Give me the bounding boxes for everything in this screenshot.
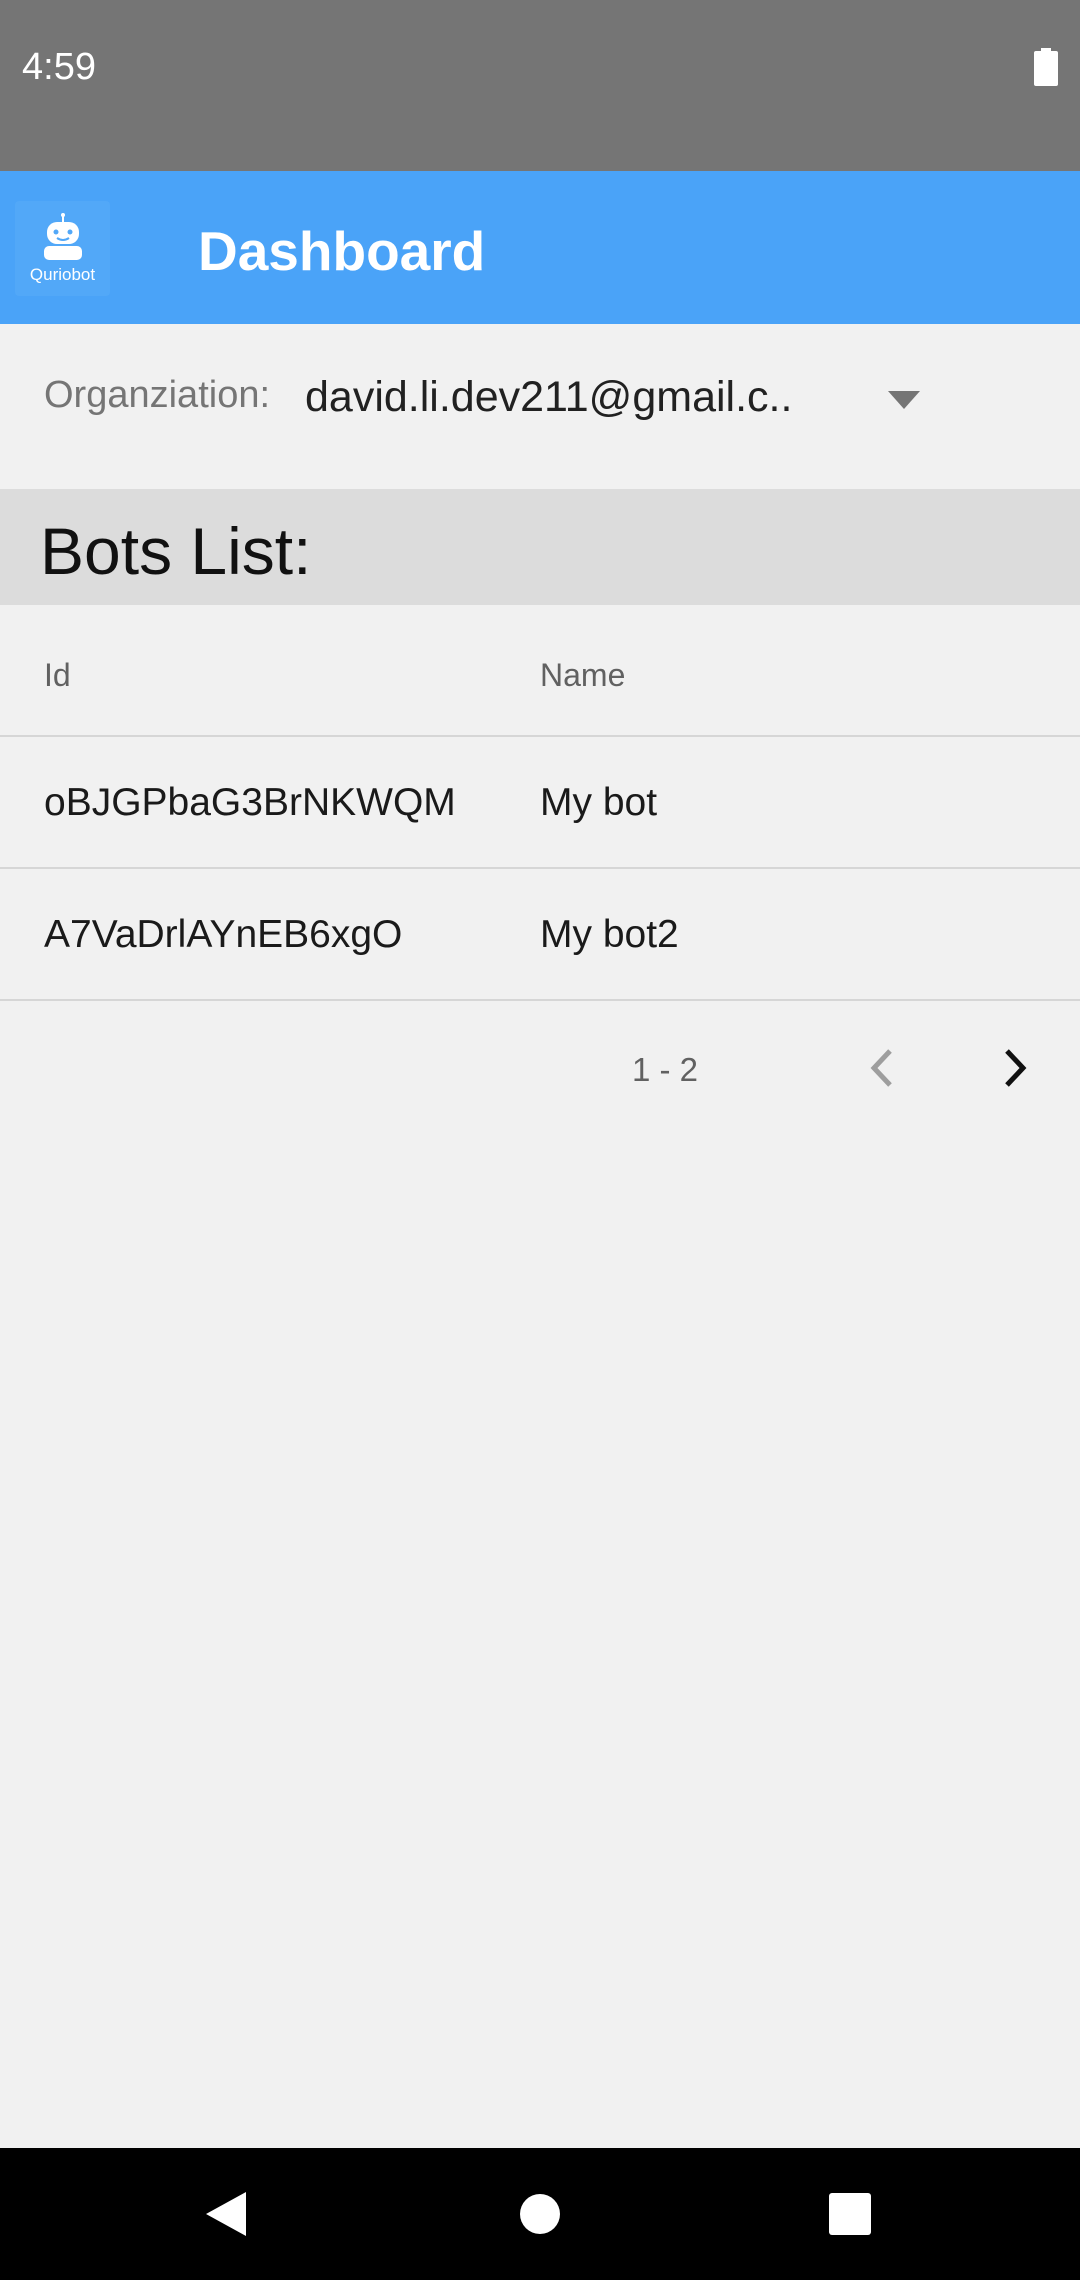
next-page-button[interactable] bbox=[995, 1043, 1035, 1093]
column-header-id[interactable]: Id bbox=[44, 657, 71, 694]
page-title: Dashboard bbox=[198, 220, 486, 282]
robot-icon bbox=[44, 213, 82, 260]
status-time: 4:59 bbox=[22, 46, 96, 88]
column-header-name[interactable]: Name bbox=[540, 657, 625, 694]
organization-row: Organziation: david.li.dev211@gmail.c.. bbox=[0, 324, 1080, 489]
pagination: 1 - 2 bbox=[0, 1001, 1080, 1133]
app-bar: Quriobot Dashboard bbox=[0, 171, 1080, 324]
page-range: 1 - 2 bbox=[632, 1051, 699, 1088]
table-row[interactable]: oBJGPbaG3BrNKWQM My bot bbox=[0, 737, 1080, 869]
battery-full-icon bbox=[1034, 48, 1058, 86]
back-triangle-icon bbox=[206, 2192, 246, 2236]
bot-id-cell: oBJGPbaG3BrNKWQM bbox=[44, 781, 456, 824]
arrow-drop-down-icon bbox=[888, 391, 920, 409]
table-header-row: Id Name bbox=[0, 605, 1080, 737]
chevron-right-icon bbox=[1005, 1049, 1027, 1087]
system-nav-bar bbox=[0, 2148, 1080, 2280]
bot-name-cell: My bot bbox=[540, 781, 658, 824]
organization-select[interactable]: david.li.dev211@gmail.c.. bbox=[300, 359, 940, 439]
bot-name-cell: My bot2 bbox=[540, 913, 679, 956]
back-button[interactable] bbox=[188, 2176, 264, 2252]
recents-button[interactable] bbox=[812, 2176, 888, 2252]
previous-page-button[interactable] bbox=[862, 1043, 902, 1093]
chevron-left-icon bbox=[870, 1049, 892, 1087]
bots-table: Id Name oBJGPbaG3BrNKWQM My bot A7VaDrlA… bbox=[0, 605, 1080, 1001]
home-button[interactable] bbox=[502, 2176, 578, 2252]
organization-label: Organziation: bbox=[44, 374, 271, 416]
table-row[interactable]: A7VaDrlAYnEB6xgO My bot2 bbox=[0, 869, 1080, 1001]
bots-list-header: Bots List: bbox=[0, 489, 1080, 605]
status-bar: 4:59 bbox=[0, 0, 1080, 171]
app-logo[interactable]: Quriobot bbox=[15, 201, 110, 296]
bots-list-title: Bots List: bbox=[40, 514, 312, 588]
recents-square-icon bbox=[829, 2193, 871, 2235]
home-circle-icon bbox=[520, 2194, 560, 2234]
organization-value: david.li.dev211@gmail.c.. bbox=[305, 373, 793, 421]
logo-text: Quriobot bbox=[29, 265, 96, 284]
bot-id-cell: A7VaDrlAYnEB6xgO bbox=[44, 913, 403, 956]
